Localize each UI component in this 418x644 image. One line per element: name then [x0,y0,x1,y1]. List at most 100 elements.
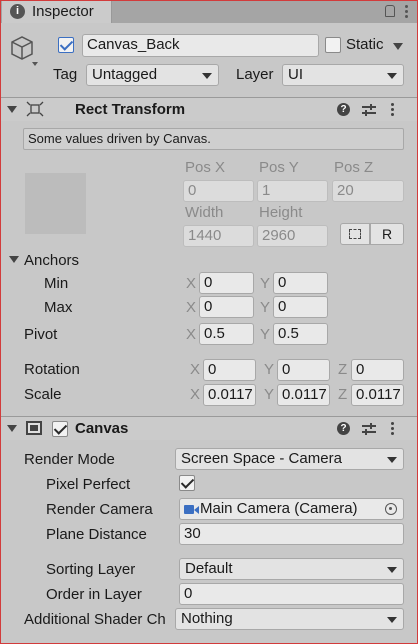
render-camera-value: Main Camera (Camera) [200,500,358,517]
rect-transform-header[interactable]: Rect Transform ? [1,97,417,121]
scale-y-field[interactable]: 0.0117 [277,384,330,406]
sorting-layer-label: Sorting Layer [46,561,136,578]
layer-dropdown[interactable]: UI [282,64,404,86]
additional-shader-dropdown[interactable]: Nothing [175,608,404,630]
anchor-max-y-field[interactable]: 0 [273,296,328,318]
chevron-down-icon [387,457,397,463]
sorting-layer-value: Default [185,560,233,577]
context-menu-icon[interactable] [391,422,395,436]
anchor-min-x-axis: X [186,275,197,292]
render-mode-label: Render Mode [24,451,115,468]
tag-dropdown[interactable]: Untagged [86,64,219,86]
rotation-y-field[interactable]: 0 [277,359,330,381]
plane-distance-label: Plane Distance [46,526,147,543]
presets-icon[interactable] [362,104,376,116]
render-camera-field[interactable]: Main Camera (Camera) [179,498,404,520]
anchor-max-x-axis: X [186,299,197,316]
collapse-icon[interactable] [7,425,17,432]
anchor-min-y-field[interactable]: 0 [273,272,328,294]
static-dropdown-icon[interactable] [393,43,403,50]
tag-value: Untagged [92,66,158,83]
anchor-min-x-field[interactable]: 0 [199,272,254,294]
height-label: Height [259,204,303,221]
anchor-max-label: Max [44,299,73,316]
pos-x-label: Pos X [185,159,226,176]
help-icon[interactable]: ? [337,422,350,435]
rotation-z-axis: Z [338,361,348,378]
pixel-perfect-label: Pixel Perfect [46,476,131,493]
pos-z-label: Pos Z [334,159,374,176]
driven-info-text: Some values driven by Canvas. [28,131,211,146]
plane-distance-field[interactable]: 30 [179,523,404,545]
anchor-preset-box [25,173,86,234]
anchors-label[interactable]: Anchors [24,252,79,269]
driven-info-box: Some values driven by Canvas. [23,128,404,150]
additional-shader-label: Additional Shader Ch [24,611,166,628]
anchors-foldout-icon[interactable] [9,256,19,263]
object-name-field[interactable]: Canvas_Back [82,34,319,57]
chevron-down-icon [202,73,212,79]
rect-transform-title: Rect Transform [75,101,186,118]
tab-inspector[interactable]: i Inspector [2,1,112,23]
blueprint-button[interactable] [340,223,370,245]
presets-icon[interactable] [362,423,376,435]
pivot-x-axis: X [186,326,197,343]
rotation-y-axis: Y [264,361,275,378]
pivot-y-field[interactable]: 0.5 [273,323,328,345]
width-label: Width [185,204,224,221]
pivot-x-field[interactable]: 0.5 [199,323,254,345]
lock-icon[interactable] [385,5,395,17]
menu-dots-icon[interactable] [405,5,409,19]
sorting-layer-dropdown[interactable]: Default [179,558,404,580]
pos-y-field[interactable]: 1 [257,180,328,202]
context-menu-icon[interactable] [391,103,395,117]
canvas-header[interactable]: Canvas ? [1,416,417,440]
width-field[interactable]: 1440 [183,225,254,247]
render-mode-dropdown[interactable]: Screen Space - Camera [175,448,404,470]
raw-edit-button[interactable]: R [370,223,404,245]
layer-value: UI [288,66,303,83]
height-field[interactable]: 2960 [257,225,328,247]
help-icon[interactable]: ? [337,103,350,116]
object-picker-icon[interactable] [385,503,397,515]
scale-x-axis: X [190,386,201,403]
scale-label: Scale [24,386,62,403]
anchor-min-y-axis: Y [260,275,271,292]
scale-x-field[interactable]: 0.0117 [203,384,256,406]
canvas-icon [26,421,42,435]
blueprint-icon [349,229,361,239]
layer-label: Layer [236,66,274,83]
pos-y-label: Pos Y [259,159,299,176]
order-in-layer-field[interactable]: 0 [179,583,404,605]
order-in-layer-label: Order in Layer [46,586,142,603]
camera-icon [184,505,194,514]
collapse-icon[interactable] [7,106,17,113]
anchor-max-y-axis: Y [260,299,271,316]
rotation-label: Rotation [24,361,80,378]
pivot-label: Pivot [24,326,58,343]
pivot-y-axis: Y [260,326,271,343]
rect-transform-icon [26,101,44,117]
info-icon: i [10,4,25,19]
chevron-down-icon [387,73,397,79]
chevron-down-icon [387,567,397,573]
rotation-x-field[interactable]: 0 [203,359,256,381]
anchor-max-x-field[interactable]: 0 [199,296,254,318]
pos-x-field[interactable]: 0 [183,180,254,202]
gameobject-icon[interactable] [8,32,38,68]
raw-edit-label: R [381,226,393,242]
anchor-min-label: Min [44,275,69,292]
pixel-perfect-checkbox[interactable] [179,475,195,491]
tag-label: Tag [53,66,78,83]
scale-z-field[interactable]: 0.0117 [351,384,404,406]
active-checkbox[interactable] [58,37,74,53]
static-checkbox[interactable] [325,37,341,53]
pos-z-field[interactable]: 20 [332,180,404,202]
static-label: Static [346,36,384,53]
scale-y-axis: Y [264,386,275,403]
scale-z-axis: Z [338,386,348,403]
canvas-title: Canvas [75,420,129,437]
render-camera-label: Render Camera [46,501,153,518]
canvas-enabled-checkbox[interactable] [52,421,68,437]
rotation-z-field[interactable]: 0 [351,359,404,381]
